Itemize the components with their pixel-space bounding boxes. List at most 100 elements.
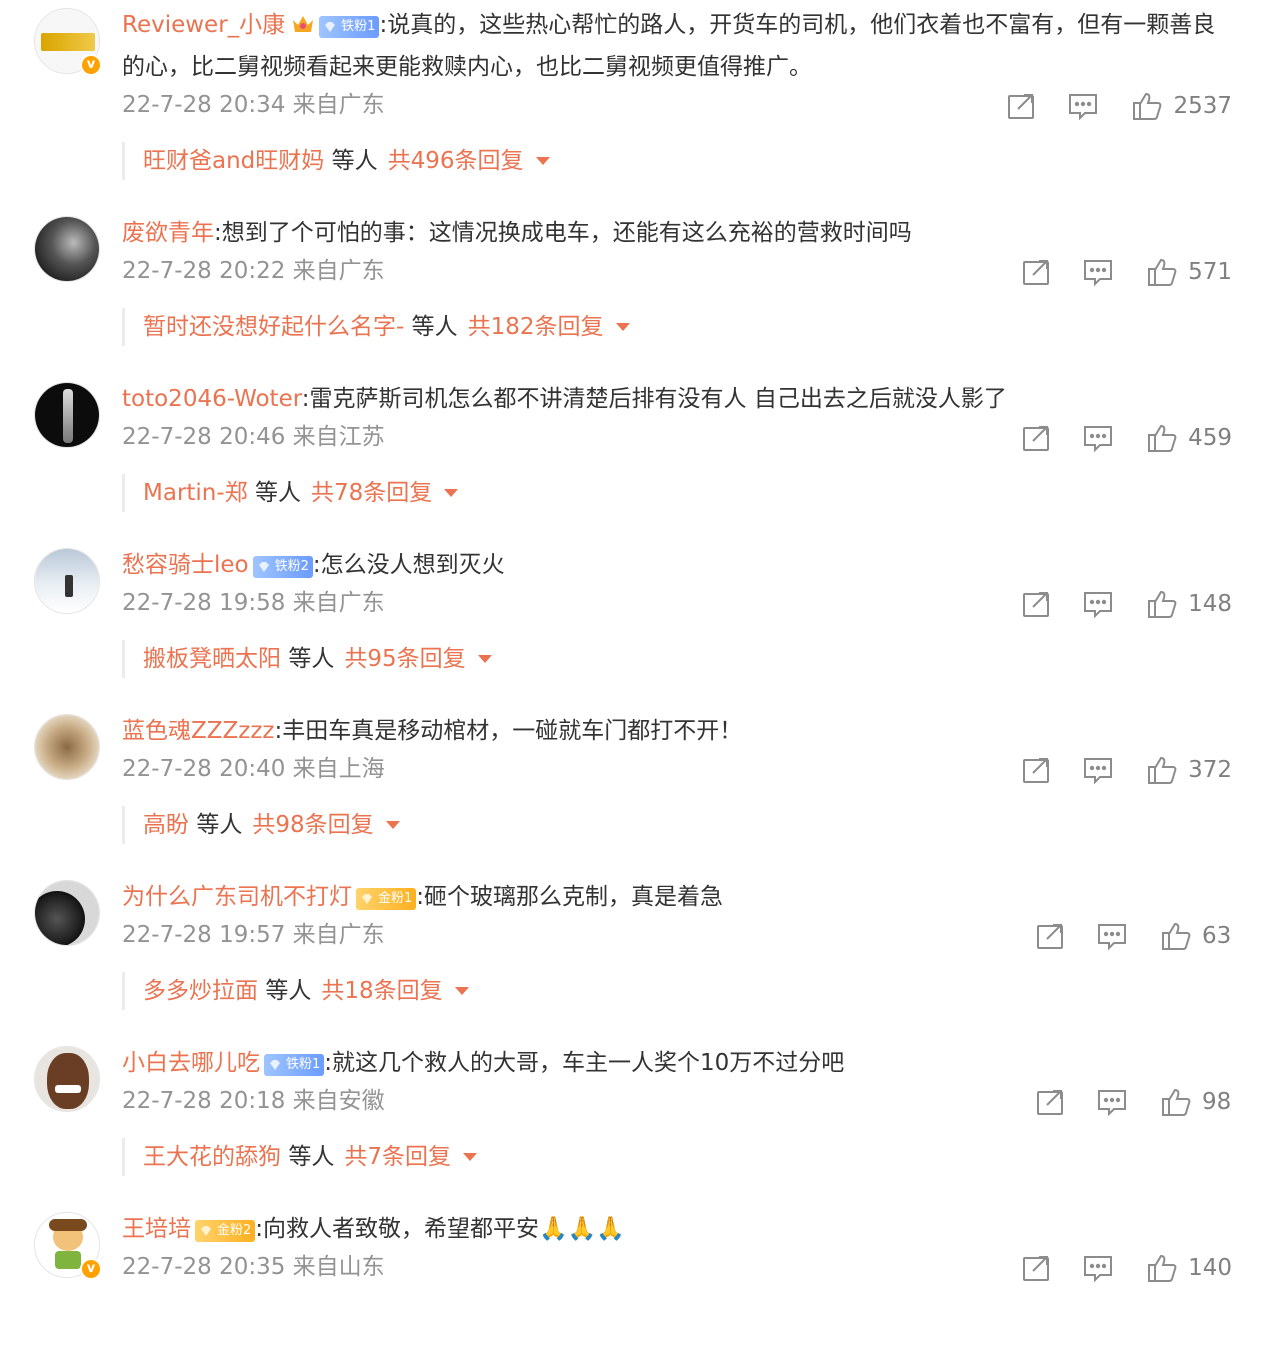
share-icon[interactable] xyxy=(1005,90,1037,122)
reply-summary[interactable]: 多多炒拉面 等人 共18条回复 xyxy=(122,972,469,1010)
verified-badge-icon: v xyxy=(80,1258,102,1280)
fan-badge-label: 铁粉1 xyxy=(341,19,376,34)
comment-icon[interactable] xyxy=(1082,1252,1114,1284)
comment-icon[interactable] xyxy=(1067,90,1099,122)
reply-summary[interactable]: 王大花的舔狗 等人 共7条回复 xyxy=(122,1138,477,1176)
reply-etc: 等人 xyxy=(196,812,243,838)
comment-item: 小白去哪儿吃 铁粉1:就这几个救人的大哥，车主一人奖个10万不过分吧 22-7-28… xyxy=(0,1038,1264,1204)
comment-actions: 2537 xyxy=(1005,86,1232,126)
like-icon[interactable] xyxy=(1131,90,1163,122)
comment-timestamp: 22-7-28 20:34 来自广东 xyxy=(122,92,385,118)
gem-icon xyxy=(323,20,337,34)
gem-icon xyxy=(257,560,271,574)
reply-summary[interactable]: 搬板凳晒太阳 等人 共95条回复 xyxy=(122,640,492,678)
comment-timestamp: 22-7-28 20:35 来自山东 xyxy=(122,1254,385,1280)
username[interactable]: 蓝色魂ZZZzzz xyxy=(122,718,275,744)
like-count: 148 xyxy=(1188,591,1232,617)
username[interactable]: 废欲青年 xyxy=(122,220,214,246)
comment-timestamp: 22-7-28 19:57 来自广东 xyxy=(122,922,385,948)
like-icon[interactable] xyxy=(1146,256,1178,288)
reply-username[interactable]: 暂时还没想好起什么名字- xyxy=(143,314,404,340)
comment-text: :就这几个救人的大哥，车主一人奖个10万不过分吧 xyxy=(324,1050,845,1076)
reply-total-link[interactable]: 共182条回复 xyxy=(468,314,604,340)
comment-icon[interactable] xyxy=(1096,920,1128,952)
avatar[interactable] xyxy=(34,714,100,780)
fan-badge-label: 金粉2 xyxy=(217,1223,252,1238)
fan-badge[interactable]: 铁粉1 xyxy=(319,16,380,38)
avatar[interactable] xyxy=(34,548,100,614)
comment-timestamp: 22-7-28 20:40 来自上海 xyxy=(122,756,385,782)
share-icon[interactable] xyxy=(1020,1252,1052,1284)
reply-summary[interactable]: 旺财爸and旺财妈 等人 共496条回复 xyxy=(122,142,550,180)
comment-text: :想到了个可怕的事：这情况换成电车，还能有这么充裕的营救时间吗 xyxy=(214,220,912,246)
reply-total-link[interactable]: 共98条回复 xyxy=(252,812,373,838)
share-icon[interactable] xyxy=(1034,1086,1066,1118)
gem-icon xyxy=(199,1224,213,1238)
avatar[interactable] xyxy=(34,880,100,946)
comment-body: 王培培 金粉2:向救人者致敬，希望都平安🙏🙏🙏 xyxy=(122,1208,1222,1250)
comment-timestamp: 22-7-28 20:46 来自江苏 xyxy=(122,424,385,450)
comment-icon[interactable] xyxy=(1082,588,1114,620)
username[interactable]: 愁容骑士leo xyxy=(122,552,249,578)
comment-body: 小白去哪儿吃 铁粉1:就这几个救人的大哥，车主一人奖个10万不过分吧 xyxy=(122,1042,1222,1084)
avatar[interactable] xyxy=(34,1046,100,1112)
like-icon[interactable] xyxy=(1146,754,1178,786)
like-count: 459 xyxy=(1188,425,1232,451)
reply-username[interactable]: 高盼 xyxy=(143,812,189,838)
chevron-down-icon xyxy=(444,489,459,497)
username[interactable]: toto2046-Woter xyxy=(122,386,302,412)
chevron-down-icon xyxy=(454,987,469,995)
share-icon[interactable] xyxy=(1020,256,1052,288)
comment-icon[interactable] xyxy=(1082,422,1114,454)
username[interactable]: Reviewer_小康 xyxy=(122,12,285,38)
like-icon[interactable] xyxy=(1146,422,1178,454)
fan-badge[interactable]: 铁粉1 xyxy=(264,1054,325,1076)
username[interactable]: 为什么广东司机不打灯 xyxy=(122,884,352,910)
share-icon[interactable] xyxy=(1034,920,1066,952)
comment-icon[interactable] xyxy=(1082,256,1114,288)
share-icon[interactable] xyxy=(1020,422,1052,454)
comment-item: 蓝色魂ZZZzzz:丰田车真是移动棺材，一碰就车门都打不开！ 22-7-28 20… xyxy=(0,706,1264,872)
like-icon[interactable] xyxy=(1146,588,1178,620)
reply-etc: 等人 xyxy=(288,646,335,672)
comment-item: 废欲青年:想到了个可怕的事：这情况换成电车，还能有这么充裕的营救时间吗 22-7-… xyxy=(0,208,1264,374)
chevron-down-icon xyxy=(615,323,630,331)
fan-badge[interactable]: 金粉1 xyxy=(356,888,417,910)
reply-summary[interactable]: Martin-郑 等人 共78条回复 xyxy=(122,474,459,512)
share-icon[interactable] xyxy=(1020,754,1052,786)
comment-icon[interactable] xyxy=(1082,754,1114,786)
fan-badge[interactable]: 铁粉2 xyxy=(252,556,313,578)
reply-username[interactable]: 搬板凳晒太阳 xyxy=(143,646,281,672)
avatar[interactable] xyxy=(34,382,100,448)
reply-total-link[interactable]: 共18条回复 xyxy=(321,978,442,1004)
reply-username[interactable]: 多多炒拉面 xyxy=(143,978,258,1004)
like-icon[interactable] xyxy=(1160,920,1192,952)
comment-body: 为什么广东司机不打灯 金粉1:砸个玻璃那么克制，真是着急 xyxy=(122,876,1222,918)
comment-text: :砸个玻璃那么克制，真是着急 xyxy=(416,884,724,910)
fan-badge[interactable]: 金粉2 xyxy=(195,1220,256,1242)
like-icon[interactable] xyxy=(1146,1252,1178,1284)
comment-text: :说真的，这些热心帮忙的路人，开货车的司机，他们衣着也不富有，但有一颗善良的心，… xyxy=(122,12,1216,80)
comment-item: v Reviewer_小康 铁粉1:说真的，这些热心帮忙的路人，开货车的司机，他们衣… xyxy=(0,0,1264,208)
reply-etc: 等人 xyxy=(255,480,301,506)
share-icon[interactable] xyxy=(1020,588,1052,620)
comment-icon[interactable] xyxy=(1096,1086,1128,1118)
like-count: 140 xyxy=(1188,1255,1232,1281)
reply-username[interactable]: 旺财爸and旺财妈 xyxy=(143,148,324,174)
comment-actions: 459 xyxy=(1020,418,1232,458)
reply-total-link[interactable]: 共95条回复 xyxy=(344,646,465,672)
reply-username[interactable]: Martin-郑 xyxy=(143,480,248,506)
like-icon[interactable] xyxy=(1160,1086,1192,1118)
comment-text: :向救人者致敬，希望都平安🙏🙏🙏 xyxy=(255,1216,625,1242)
reply-username[interactable]: 王大花的舔狗 xyxy=(143,1144,281,1170)
reply-total-link[interactable]: 共78条回复 xyxy=(311,480,432,506)
comment-text: :丰田车真是移动棺材，一碰就车门都打不开！ xyxy=(274,718,743,744)
username[interactable]: 小白去哪儿吃 xyxy=(122,1050,260,1076)
reply-summary[interactable]: 暂时还没想好起什么名字- 等人 共182条回复 xyxy=(122,308,630,346)
reply-total-link[interactable]: 共496条回复 xyxy=(388,148,524,174)
reply-total-link[interactable]: 共7条回复 xyxy=(344,1144,451,1170)
avatar[interactable] xyxy=(34,216,100,282)
username[interactable]: 王培培 xyxy=(122,1216,191,1242)
reply-summary[interactable]: 高盼 等人 共98条回复 xyxy=(122,806,400,844)
comment-body: toto2046-Woter:雷克萨斯司机怎么都不讲清楚后排有没有人 自己出去之… xyxy=(122,378,1222,420)
